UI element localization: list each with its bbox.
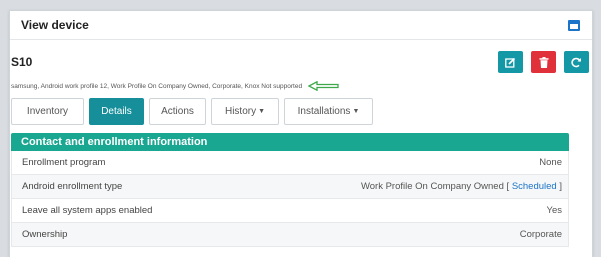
scheduled-link[interactable]: Scheduled bbox=[512, 181, 557, 192]
table-row: Enrollment program None bbox=[11, 151, 569, 175]
tab-inventory[interactable]: Inventory bbox=[11, 98, 84, 125]
row-value: None bbox=[539, 157, 562, 168]
row-label: Android enrollment type bbox=[22, 181, 123, 192]
row-label: Ownership bbox=[22, 229, 68, 240]
device-name: S10 bbox=[11, 55, 33, 69]
tab-actions[interactable]: Actions bbox=[149, 98, 206, 125]
edit-button[interactable] bbox=[498, 51, 523, 73]
tab-details[interactable]: Details bbox=[89, 98, 144, 125]
row-value: Corporate bbox=[519, 229, 562, 240]
row-value: Yes bbox=[546, 205, 563, 216]
row-label: Enrollment program bbox=[22, 157, 106, 168]
row-value-group: Work Profile On Company Owned [ Schedule… bbox=[361, 181, 562, 192]
arrow-left-icon bbox=[308, 81, 339, 91]
panel-title: View device bbox=[21, 18, 89, 32]
caret-down-icon: ▼ bbox=[258, 108, 266, 115]
delete-button[interactable] bbox=[531, 51, 556, 73]
panel-header: View device bbox=[10, 11, 592, 40]
table-row: Leave all system apps enabled Yes bbox=[11, 199, 569, 223]
table-row: Ownership Corporate bbox=[11, 223, 569, 247]
edit-icon bbox=[505, 57, 516, 68]
tab-details-label: Details bbox=[101, 106, 132, 117]
device-row: S10 bbox=[11, 50, 589, 74]
section-header-label: Contact and enrollment information bbox=[21, 136, 208, 148]
row-value: Work Profile On Company Owned bbox=[360, 181, 504, 192]
contact-enrollment-table: Contact and enrollment information Enrol… bbox=[11, 133, 569, 247]
device-description-text: samsung, Android work profile 12, Work P… bbox=[11, 82, 303, 90]
row-label: Leave all system apps enabled bbox=[22, 205, 153, 216]
tab-actions-label: Actions bbox=[161, 106, 194, 117]
tab-inventory-label: Inventory bbox=[26, 106, 69, 117]
trash-icon bbox=[539, 56, 548, 68]
device-tabs: Inventory Details Actions History ▼ Inst… bbox=[11, 98, 373, 125]
action-buttons bbox=[498, 51, 589, 73]
device-description: samsung, Android work profile 12, Work P… bbox=[11, 81, 340, 91]
tab-installations[interactable]: Installations ▼ bbox=[284, 98, 373, 125]
section-header: Contact and enrollment information bbox=[11, 133, 569, 151]
tab-history[interactable]: History ▼ bbox=[211, 98, 279, 125]
table-row: Android enrollment type Work Profile On … bbox=[11, 175, 569, 199]
bracket-open: [ bbox=[506, 181, 510, 192]
bracket-close: ] bbox=[559, 181, 562, 192]
tab-history-label: History bbox=[224, 106, 257, 117]
tab-installations-label: Installations bbox=[297, 106, 351, 117]
window-icon[interactable] bbox=[568, 19, 580, 31]
refresh-button[interactable] bbox=[564, 51, 589, 73]
refresh-icon bbox=[571, 57, 581, 67]
caret-down-icon: ▼ bbox=[352, 108, 360, 115]
